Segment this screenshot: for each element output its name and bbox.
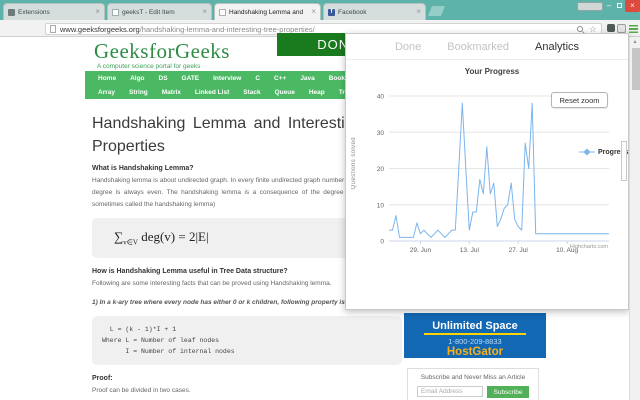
- subscribe-heading: Subscribe and Never Miss an Article: [420, 374, 526, 381]
- tab-close-icon[interactable]: ×: [95, 8, 100, 16]
- tab-label: Extensions: [18, 8, 50, 16]
- svg-text:13. Jul: 13. Jul: [460, 247, 480, 254]
- section-heading: Proof:: [92, 375, 113, 383]
- code-block: L = (k - 1)*I + 1 Where L = Number of le…: [92, 316, 402, 366]
- tab-close-icon[interactable]: ×: [202, 8, 207, 16]
- maximize-icon: [616, 3, 622, 8]
- new-tab-button[interactable]: [427, 6, 446, 16]
- subscribe-box: Subscribe and Never Miss an Article Subs…: [407, 368, 539, 400]
- svg-text:30: 30: [377, 130, 385, 137]
- tab-close-icon[interactable]: ×: [416, 8, 421, 16]
- nav-item[interactable]: GATE: [175, 75, 207, 82]
- tab-label: Facebook: [338, 8, 367, 16]
- browser-tab-facebook[interactable]: f Facebook ×: [323, 3, 426, 20]
- reset-zoom-button[interactable]: Reset zoom: [551, 92, 608, 108]
- nav-item[interactable]: C: [248, 75, 267, 82]
- scrollbar-thumb[interactable]: [631, 48, 640, 90]
- nav-item[interactable]: Stack: [236, 89, 267, 96]
- fact-text: 1) In a k-ary tree where every node has …: [92, 299, 384, 307]
- browser-titlebar: Extensions × geeksT - Edit Item × Handsh…: [0, 0, 640, 20]
- page-icon: [50, 25, 56, 33]
- nav-item[interactable]: Heap: [302, 89, 332, 96]
- svg-text:10: 10: [377, 202, 385, 209]
- nav-item[interactable]: Matrix: [155, 89, 188, 96]
- puzzle-icon: [8, 8, 15, 16]
- tab-bookmarked[interactable]: Bookmarked: [447, 41, 509, 53]
- extension-icon[interactable]: [607, 24, 615, 32]
- tab-analytics[interactable]: Analytics: [535, 41, 579, 53]
- chart-title: Your Progress: [464, 67, 520, 76]
- maximize-button[interactable]: [614, 0, 624, 12]
- email-field[interactable]: [417, 386, 483, 397]
- nav-item[interactable]: Interview: [206, 75, 248, 82]
- url-domain: www.geeksforgeeks.org: [60, 24, 140, 34]
- tab-done[interactable]: Done: [395, 41, 421, 53]
- hostgator-ad[interactable]: Unlimited Space 1-800-209-8833 HostGator: [404, 313, 546, 358]
- nav-item[interactable]: Linked List: [188, 89, 236, 96]
- nav-item[interactable]: Array: [91, 89, 122, 96]
- extension-icon[interactable]: [617, 23, 626, 33]
- close-window-button[interactable]: ×: [625, 0, 640, 12]
- paragraph: Proof can be divided in two cases.: [92, 387, 191, 395]
- page-scrollbar[interactable]: ▲: [629, 37, 640, 400]
- formula-sub: v∈V: [123, 239, 138, 248]
- chart-credit: Highcharts.com: [569, 244, 608, 250]
- popup-scrollbar-thumb[interactable]: [621, 141, 627, 181]
- window-badge: [577, 2, 603, 11]
- formula-rest: deg(v) = 2|E|: [137, 229, 209, 245]
- minimize-button[interactable]: –: [604, 0, 614, 12]
- menu-icon[interactable]: [629, 24, 638, 33]
- scroll-up-icon[interactable]: ▲: [630, 37, 640, 47]
- browser-tab-extensions[interactable]: Extensions ×: [3, 3, 105, 20]
- popup-tab-bar: Done Bookmarked Analytics: [346, 34, 628, 60]
- nav-item[interactable]: Algo: [123, 75, 151, 82]
- y-axis-title: Questions solved: [351, 137, 357, 190]
- svg-text:27. Jul: 27. Jul: [509, 247, 529, 254]
- page-icon: [219, 8, 226, 16]
- extension-popup: Done Bookmarked Analytics Your Progress …: [345, 33, 629, 310]
- nav-item[interactable]: Queue: [268, 89, 302, 96]
- tab-label: geeksT - Edit Item: [122, 8, 175, 16]
- nav-item[interactable]: Java: [293, 75, 321, 82]
- nav-item[interactable]: Home: [91, 75, 123, 82]
- site-tagline: A computer science portal for geeks: [97, 63, 201, 70]
- tab-close-icon[interactable]: ×: [311, 8, 316, 16]
- page-icon: [112, 8, 119, 16]
- svg-text:0: 0: [380, 239, 384, 246]
- ad-headline: Unlimited Space: [424, 320, 526, 335]
- site-logo[interactable]: GeeksforGeeks: [94, 39, 230, 64]
- subscribe-row: Subscribe: [412, 386, 534, 398]
- search-icon[interactable]: [576, 26, 583, 32]
- formula-sum: ∑: [114, 229, 124, 245]
- subscribe-button[interactable]: Subscribe: [487, 386, 529, 398]
- nav-item[interactable]: String: [122, 89, 155, 96]
- nav-item[interactable]: DS: [152, 75, 175, 82]
- facebook-icon: f: [328, 8, 335, 16]
- svg-text:20: 20: [377, 166, 385, 173]
- svg-text:40: 40: [377, 94, 385, 101]
- browser-tab-handshaking[interactable]: Handshaking Lemma and ×: [214, 3, 321, 20]
- svg-text:29. Jun: 29. Jun: [410, 247, 432, 254]
- legend-marker-icon: [579, 148, 595, 156]
- ad-brand: HostGator: [446, 346, 504, 358]
- nav-item[interactable]: C++: [267, 75, 293, 82]
- browser-tab-geekst[interactable]: geeksT - Edit Item ×: [107, 3, 212, 20]
- ad-phone: 1-800-209-8833: [448, 337, 502, 346]
- tab-label: Handshaking Lemma and: [229, 8, 304, 16]
